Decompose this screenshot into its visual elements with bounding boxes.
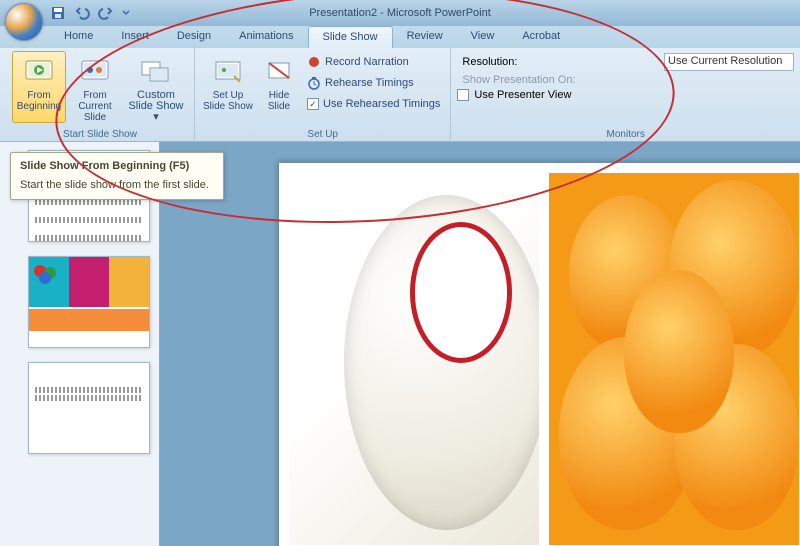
tab-view[interactable]: View <box>457 26 509 48</box>
chevron-down-icon: ▾ <box>153 111 159 123</box>
tab-acrobat[interactable]: Acrobat <box>508 26 574 48</box>
slide-thumbnail[interactable] <box>28 362 150 454</box>
custom-slide-show-button[interactable]: Custom Slide Show ▾ <box>124 51 188 123</box>
tooltip-from-beginning: Slide Show From Beginning (F5) Start the… <box>10 152 224 200</box>
use-rehearsed-label: Use Rehearsed Timings <box>323 98 440 110</box>
record-icon <box>307 55 321 69</box>
custom-label: Custom Slide Show ▾ <box>125 90 187 123</box>
group-label-start: Start Slide Show <box>12 127 188 142</box>
use-presenter-view-label: Use Presenter View <box>474 89 571 101</box>
show-presentation-on-label: Show Presentation On: <box>462 74 575 86</box>
tab-animations[interactable]: Animations <box>225 26 307 48</box>
record-narration-label: Record Narration <box>325 56 409 68</box>
set-up-slide-show-button[interactable]: Set Up Slide Show <box>201 51 255 123</box>
current-slide[interactable] <box>278 162 800 546</box>
group-label-setup: Set Up <box>201 127 444 142</box>
group-set-up: Set Up Slide Show Hide Slide Record Narr… <box>195 48 451 142</box>
group-monitors: Resolution: Use Current Resolution Show … <box>451 48 800 142</box>
from-current-slide-button[interactable]: From Current Slide <box>68 51 122 123</box>
from-beginning-button[interactable]: From Beginning <box>12 51 66 123</box>
from-current-label: From Current Slide <box>69 90 121 123</box>
qat-menu-icon[interactable] <box>122 5 130 21</box>
ribbon-tabs: Home Insert Design Animations Slide Show… <box>0 26 800 48</box>
hide-slide-button[interactable]: Hide Slide <box>257 51 301 123</box>
slide-image-scale <box>289 173 539 545</box>
presentation-play-icon <box>23 56 55 88</box>
rehearse-timings-button[interactable]: Rehearse Timings <box>307 74 440 92</box>
tooltip-body: Start the slide show from the first slid… <box>20 178 214 192</box>
resolution-label: Resolution: <box>462 56 517 68</box>
tab-home[interactable]: Home <box>50 26 107 48</box>
hide-slide-icon <box>263 56 295 88</box>
save-icon[interactable] <box>50 5 66 21</box>
office-button[interactable] <box>5 3 43 41</box>
resolution-dropdown[interactable]: Use Current Resolution <box>664 53 794 71</box>
tab-slide-show[interactable]: Slide Show <box>308 26 393 48</box>
slide-thumbnails-pane[interactable]: 3 4 <box>0 142 160 546</box>
slide-thumbnail[interactable] <box>28 256 150 348</box>
tab-insert[interactable]: Insert <box>107 26 163 48</box>
checkbox-icon: ✓ <box>307 98 319 110</box>
record-narration-button[interactable]: Record Narration <box>307 53 440 71</box>
tab-review[interactable]: Review <box>393 26 457 48</box>
balloons-icon <box>33 263 61 299</box>
presentation-current-icon <box>79 56 111 88</box>
slide-image-flowers <box>549 173 799 545</box>
setup-icon <box>212 56 244 88</box>
setup-label: Set Up Slide Show <box>203 90 253 112</box>
rehearse-icon <box>307 76 321 90</box>
slide-workspace[interactable] <box>160 142 800 546</box>
ribbon: From Beginning From Current Slide Custom… <box>0 48 800 142</box>
rehearse-timings-label: Rehearse Timings <box>325 77 414 89</box>
tab-design[interactable]: Design <box>163 26 225 48</box>
group-start-slide-show: From Beginning From Current Slide Custom… <box>6 48 195 142</box>
main-area: 3 4 <box>0 142 800 546</box>
undo-icon[interactable] <box>74 5 90 21</box>
hide-label: Hide Slide <box>268 90 290 112</box>
presentation-custom-icon <box>140 56 172 88</box>
use-rehearsed-timings-checkbox[interactable]: ✓ Use Rehearsed Timings <box>307 95 440 113</box>
quick-access-toolbar <box>50 5 130 21</box>
checkbox-icon[interactable] <box>457 89 469 101</box>
redo-icon[interactable] <box>98 5 114 21</box>
from-beginning-label: From Beginning <box>17 90 61 112</box>
group-label-monitors: Monitors <box>457 127 794 142</box>
tooltip-title: Slide Show From Beginning (F5) <box>20 160 214 172</box>
